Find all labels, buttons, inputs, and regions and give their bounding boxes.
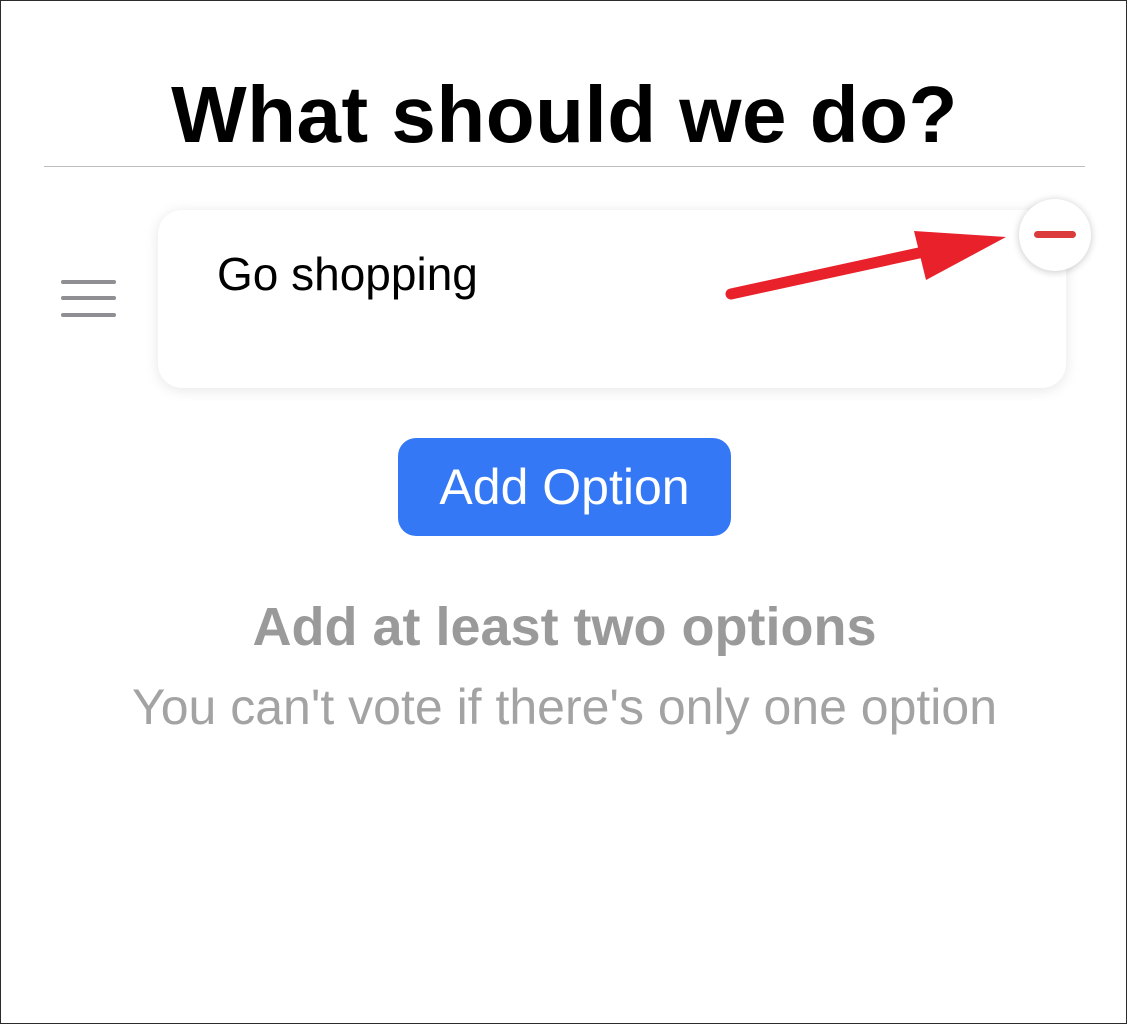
red-arrow-annotation — [725, 231, 1006, 300]
drag-handle-line — [61, 296, 116, 300]
drag-handle-line — [61, 280, 116, 284]
drag-handle-icon[interactable] — [61, 280, 117, 320]
drag-handle-line — [61, 313, 116, 317]
arrow-head — [914, 231, 1006, 280]
hint-title: Add at least two options — [252, 597, 877, 657]
header-divider — [44, 166, 1085, 167]
app-screen: What should we do? Add Option Add at lea… — [0, 0, 1127, 1024]
arrow-shaft — [725, 240, 957, 300]
add-option-button[interactable]: Add Option — [398, 438, 731, 536]
page-title: What should we do? — [171, 70, 958, 159]
option-text-field[interactable] — [217, 244, 777, 304]
hint-subtitle: You can't vote if there's only one optio… — [131, 679, 998, 735]
